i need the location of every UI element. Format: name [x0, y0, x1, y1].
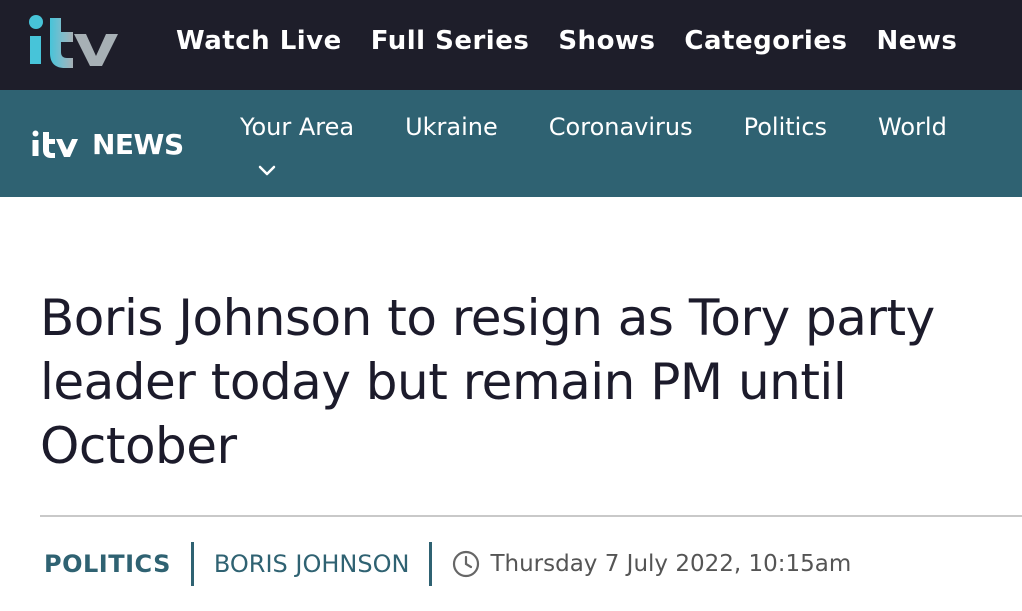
itv-logo[interactable]: [28, 14, 136, 70]
top-nav: Watch Live Full Series Shows Categories …: [176, 0, 986, 82]
nav-categories[interactable]: Categories: [684, 26, 847, 56]
nav-news[interactable]: News: [876, 26, 957, 56]
news-nav-world[interactable]: World: [878, 113, 947, 141]
tag-politics[interactable]: POLITICS: [44, 550, 171, 578]
meta-separator: [190, 542, 194, 586]
chevron-down-icon: [258, 165, 276, 176]
article-date: Thursday 7 July 2022, 10:15am: [490, 551, 852, 577]
nav-full-series[interactable]: Full Series: [371, 26, 530, 56]
nav-watch-live[interactable]: Watch Live: [176, 26, 342, 56]
divider: [40, 515, 1022, 517]
news-logo-text: NEWS: [92, 127, 184, 161]
tag-boris-johnson[interactable]: BORIS JOHNSON: [214, 550, 410, 578]
itv-top-bar: Watch Live Full Series Shows Categories …: [0, 0, 1022, 90]
itv-small-logo-icon: [32, 130, 78, 158]
news-nav-coronavirus[interactable]: Coronavirus: [549, 113, 693, 141]
news-nav-your-area[interactable]: Your Area: [240, 113, 355, 176]
news-nav-your-area-label: Your Area: [240, 113, 355, 141]
news-nav: Your Area Ukraine Coronavirus Politics W…: [240, 113, 947, 176]
meta-separator: [429, 542, 433, 586]
article-meta: POLITICS BORIS JOHNSON Thursday 7 July 2…: [44, 542, 851, 586]
clock-icon: [453, 550, 480, 578]
nav-shows[interactable]: Shows: [558, 26, 655, 56]
news-nav-ukraine[interactable]: Ukraine: [405, 113, 498, 141]
news-nav-politics[interactable]: Politics: [744, 113, 827, 141]
itv-news-logo[interactable]: NEWS: [32, 127, 184, 161]
article-headline: Boris Johnson to resign as Tory party le…: [40, 289, 935, 475]
